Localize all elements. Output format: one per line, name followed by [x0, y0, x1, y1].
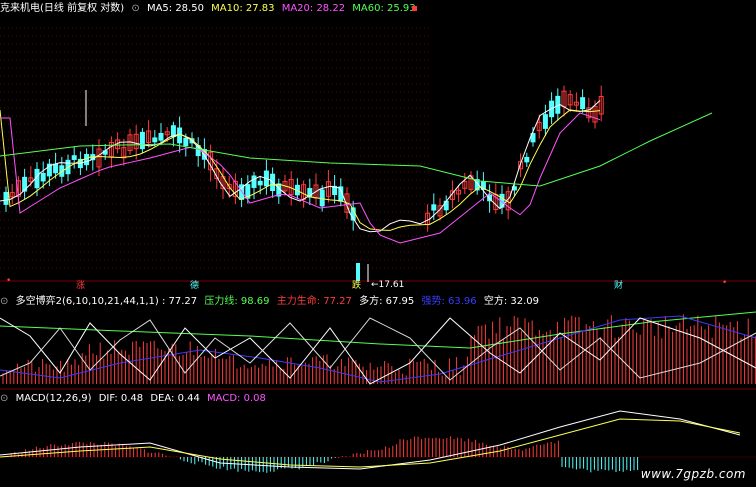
price-chart[interactable] [0, 16, 756, 292]
indicator-name[interactable]: 多空博弈2(6,10,10,21,44,1,1) : 77.27 [16, 296, 198, 307]
settings-circle-icon[interactable]: ⊙ [0, 296, 8, 307]
candlestick [152, 137, 158, 143]
event-marker-de[interactable]: 德 [190, 278, 199, 291]
candlestick [158, 132, 164, 141]
candlestick [170, 125, 176, 137]
candlestick [3, 191, 9, 205]
candlestick [183, 137, 189, 146]
dea-line [0, 418, 741, 468]
pressure-line-value: 压力线: 98.69 [204, 296, 270, 307]
candlestick [319, 189, 325, 207]
macd-name[interactable]: MACD(12,26,9) [16, 393, 92, 404]
indicator-header: ⊙ 多空博弈2(6,10,10,21,44,1,1) : 77.27 压力线: … [0, 295, 543, 309]
event-marker-up[interactable]: 涨 [76, 278, 85, 291]
candlestick [257, 180, 263, 186]
candlestick [40, 172, 46, 182]
settings-circle-icon[interactable]: ⊙ [0, 393, 8, 404]
candlestick [84, 153, 90, 166]
ma5-value: MA5: 28.50 [146, 3, 204, 14]
strong-line [0, 315, 756, 383]
main-header: 克来机电(日线 前复权 对数) ⊙ MA5: 28.50 MA10: 27.83… [0, 2, 420, 16]
event-marker[interactable]: • [6, 276, 11, 286]
dif-value: DIF: 0.48 [98, 393, 144, 404]
macd-value: MACD: 0.08 [207, 393, 266, 404]
ma10-value: MA10: 27.83 [211, 3, 275, 14]
event-marker-finance[interactable]: 财 [614, 278, 623, 291]
watermark: www.7gpzb.com [640, 467, 746, 481]
flag-marker-icon[interactable] [412, 6, 417, 11]
candlestick [251, 175, 257, 188]
chart-window: 克来机电(日线 前复权 对数) ⊙ MA5: 28.50 MA10: 27.83… [0, 0, 756, 487]
ma60-value: MA60: 25.93 [352, 3, 416, 14]
settings-circle-icon[interactable]: ⊙ [131, 3, 139, 14]
low-price-value: 17.61 [378, 280, 405, 290]
candlestick [580, 97, 586, 110]
short-line [0, 317, 756, 381]
candlestick [71, 155, 77, 160]
candlestick [53, 163, 59, 174]
candlestick [524, 156, 530, 163]
ma20-value: MA20: 28.22 [281, 3, 346, 14]
candlestick [542, 114, 548, 129]
stock-title[interactable]: 克来机电(日线 前复权 对数) [0, 3, 124, 14]
low-price-label: ←17.61 [371, 280, 405, 290]
event-marker[interactable]: • [722, 278, 727, 288]
candlestick [431, 204, 437, 211]
long-line [0, 317, 756, 385]
candlestick [139, 131, 145, 150]
dea-value: DEA: 0.44 [150, 393, 200, 404]
pressure-line [0, 311, 756, 349]
indicator-chart[interactable] [0, 308, 756, 390]
macd-header: ⊙ MACD(12,26,9) DIF: 0.48 DEA: 0.44 MACD… [0, 392, 270, 406]
long-value: 多方: 67.95 [359, 296, 415, 307]
main-life-value: 主力生命: 77.27 [276, 296, 352, 307]
short-value: 空方: 32.09 [483, 296, 540, 307]
event-marker-down[interactable]: 跌 [352, 278, 361, 291]
strong-value: 强势: 63.96 [421, 296, 477, 307]
